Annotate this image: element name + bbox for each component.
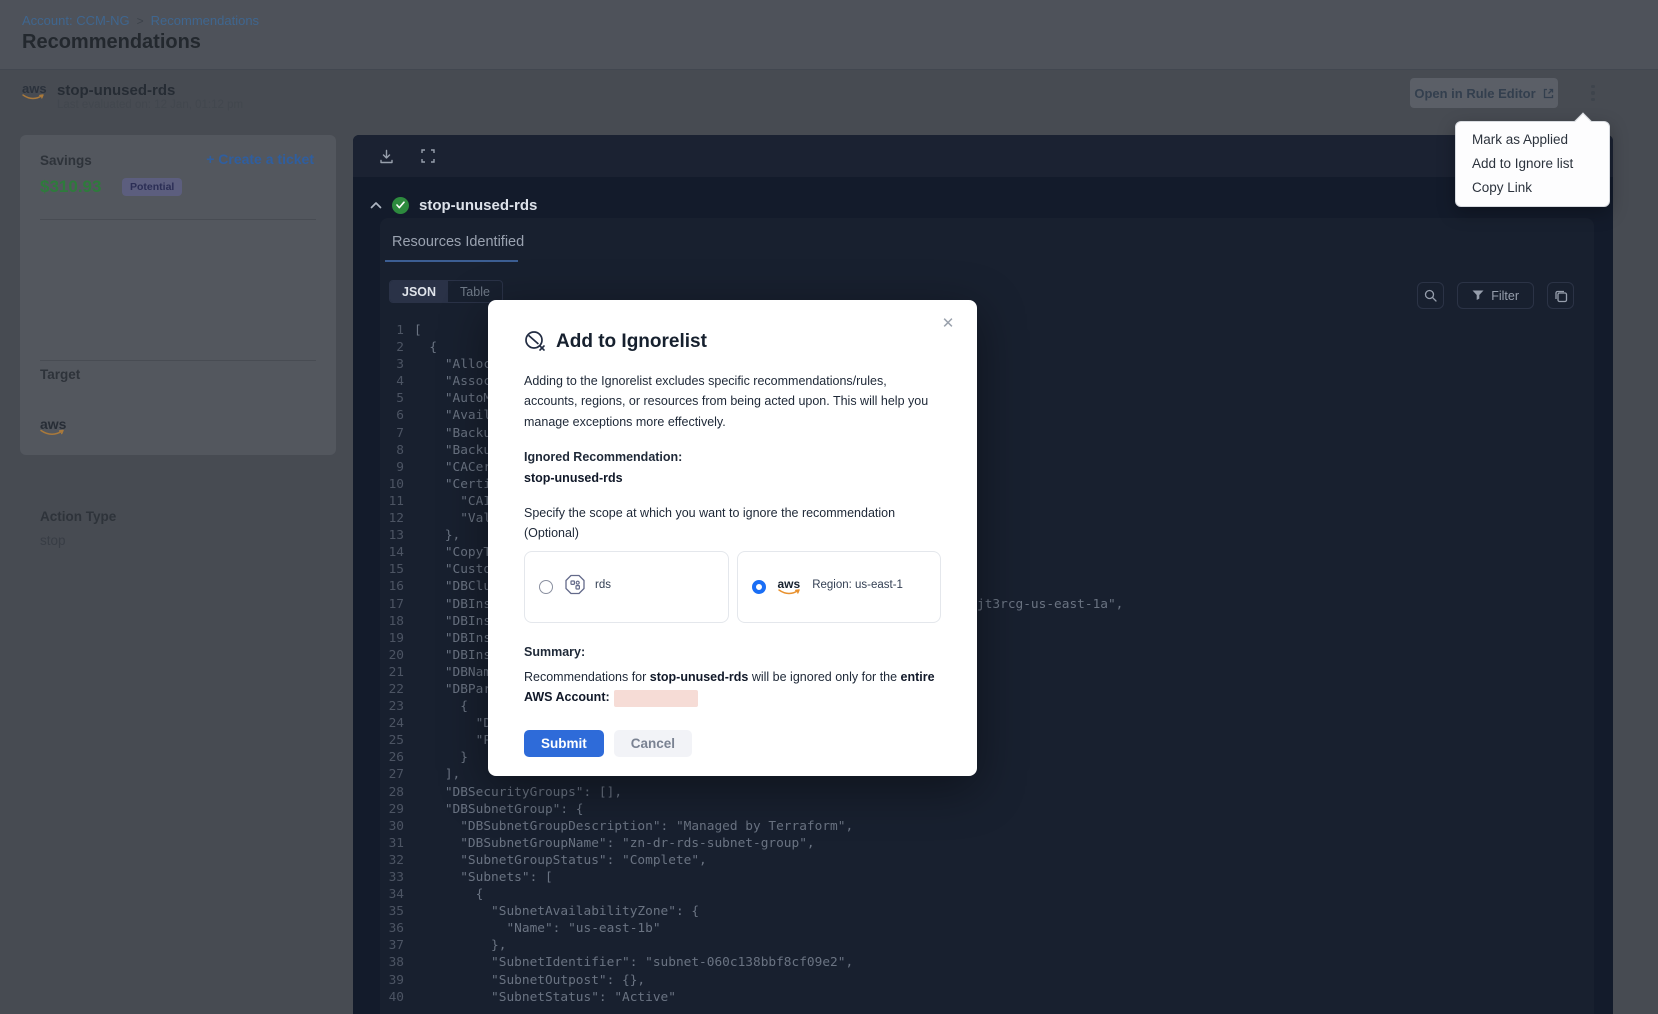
target-label: Target (40, 367, 80, 382)
divider (40, 219, 316, 220)
summary-label: Summary: (524, 645, 941, 659)
active-tab-underline (385, 260, 518, 262)
account-option-label: Region: us-east-1 (812, 579, 903, 591)
recommendation-subheader: aws stop-unused-rds Last evaluated on: 1… (0, 70, 1658, 128)
resource-option-label: rds (595, 579, 611, 591)
radio-resource[interactable] (539, 580, 553, 594)
breadcrumb-account-link[interactable]: Account: CCM-NG (22, 13, 130, 28)
redacted-account-id (614, 690, 698, 707)
search-button[interactable] (1417, 282, 1444, 309)
code-line: 34 { (384, 886, 1584, 903)
ignored-recommendation-label: Ignored Recommendation: (524, 450, 941, 464)
panel-recommendation-name: stop-unused-rds (419, 197, 537, 214)
code-line: 29 "DBSubnetGroup": { (384, 801, 1584, 818)
context-menu: Mark as Applied Add to Ignore list Copy … (1455, 121, 1610, 207)
viewer-actions: Filter (1417, 282, 1574, 309)
menu-item-add-to-ignore-list[interactable]: Add to Ignore list (1456, 152, 1609, 176)
code-line: 28 "DBSecurityGroups": [], (384, 784, 1584, 801)
viewer-toolbar (353, 135, 1613, 177)
collapse-chevron-icon[interactable] (370, 201, 382, 209)
add-to-ignorelist-modal: ✕ Add to Ignorelist Adding to the Ignore… (488, 300, 977, 776)
divider (40, 360, 316, 361)
savings-card: Savings + Create a ticket $310.93 Potent… (20, 135, 336, 455)
scope-option-account[interactable]: aws Region: us-east-1 (737, 551, 942, 623)
filter-label: Filter (1491, 289, 1519, 303)
code-line: 40 "SubnetStatus": "Active" (384, 989, 1584, 1006)
recommendation-last-evaluated: Last evaluated on: 12 Jan, 01:12 pm (57, 99, 243, 111)
code-line: 37 }, (384, 937, 1584, 954)
success-check-icon (392, 197, 409, 214)
more-options-kebab-button[interactable] (1580, 78, 1606, 108)
code-line: 36 "Name": "us-east-1b" (384, 920, 1584, 937)
recommendation-row: stop-unused-rds (353, 193, 1613, 217)
code-line: 33 "Subnets": [ (384, 869, 1584, 886)
view-toggle: JSON Table (389, 280, 503, 303)
aws-logo: aws (778, 575, 801, 593)
page-title: Recommendations (22, 31, 201, 54)
close-icon[interactable]: ✕ (937, 312, 959, 334)
download-icon[interactable] (373, 143, 399, 169)
radio-account[interactable] (752, 580, 766, 594)
scope-option-resource[interactable]: rds (524, 551, 729, 623)
breadcrumb-recommendations-link[interactable]: Recommendations (151, 13, 259, 28)
target-aws-logo: aws (40, 417, 66, 431)
submit-button[interactable]: Submit (524, 730, 604, 757)
scope-label: Specify the scope at which you want to i… (524, 503, 941, 543)
ignore-icon (524, 330, 547, 353)
code-line: 32 "SubnetGroupStatus": "Complete", (384, 852, 1584, 869)
tab-resources-identified[interactable]: Resources Identified (392, 234, 532, 262)
aws-logo: aws (22, 82, 47, 95)
copy-button[interactable] (1547, 282, 1574, 309)
code-line: 39 "SubnetOutpost": {}, (384, 972, 1584, 989)
fullscreen-icon[interactable] (415, 143, 441, 169)
code-line: 30 "DBSubnetGroupDescription": "Managed … (384, 818, 1584, 835)
potential-badge: Potential (122, 178, 182, 196)
menu-item-copy-link[interactable]: Copy Link (1456, 176, 1609, 200)
create-ticket-button[interactable]: + Create a ticket (206, 151, 314, 167)
recommendation-name: stop-unused-rds (57, 82, 175, 99)
filter-button[interactable]: Filter (1457, 282, 1534, 309)
savings-label: Savings (40, 153, 92, 168)
toggle-json[interactable]: JSON (390, 281, 448, 302)
toggle-table[interactable]: Table (448, 281, 502, 302)
savings-amount: $310.93 (40, 177, 101, 197)
open-in-rule-editor-label: Open in Rule Editor (1414, 86, 1535, 101)
breadcrumb: Account: CCM-NG > Recommendations (22, 13, 259, 28)
page-header: Account: CCM-NG > Recommendations Recommen… (0, 0, 1658, 70)
filter-funnel-icon (1472, 290, 1484, 301)
code-line: 35 "SubnetAvailabilityZone": { (384, 903, 1584, 920)
ignored-recommendation-value: stop-unused-rds (524, 471, 941, 485)
breadcrumb-separator-icon: > (137, 14, 144, 28)
action-type-value: stop (40, 533, 66, 548)
modal-description: Adding to the Ignorelist excludes specif… (524, 371, 941, 432)
action-type-label: Action Type (40, 509, 116, 524)
code-line: 38 "SubnetIdentifier": "subnet-060c138bb… (384, 954, 1584, 971)
code-line: 31 "DBSubnetGroupName": "zn-dr-rds-subne… (384, 835, 1584, 852)
open-in-rule-editor-button[interactable]: Open in Rule Editor (1410, 78, 1558, 108)
external-link-icon (1543, 88, 1554, 99)
modal-title: Add to Ignorelist (556, 331, 707, 353)
service-icon (563, 573, 587, 597)
cancel-button[interactable]: Cancel (614, 730, 692, 757)
summary-text: Recommendations for stop-unused-rds will… (524, 667, 941, 708)
menu-item-mark-as-applied[interactable]: Mark as Applied (1456, 128, 1609, 152)
